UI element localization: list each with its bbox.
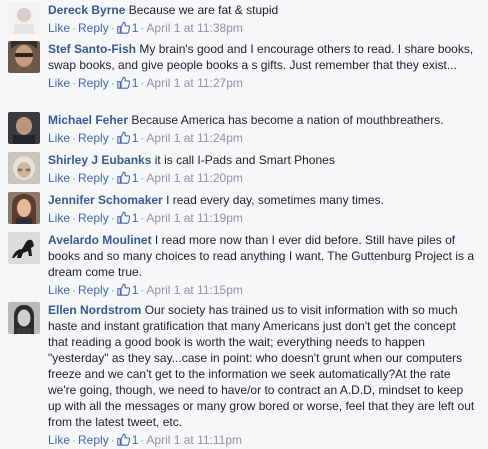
like-count[interactable]: 1 [132, 433, 139, 447]
thumbs-up-icon[interactable] [116, 171, 130, 187]
separator: · [110, 433, 115, 447]
timestamp[interactable]: April 1 at 11:20pm [146, 171, 243, 185]
separator: · [110, 283, 115, 297]
comment-text: Ellen Nordstrom Our society has trained … [48, 302, 476, 430]
author-name[interactable]: Shirley J Eubanks [48, 153, 151, 167]
comment-text: Shirley J Eubanks it is call I-Pads and … [48, 152, 476, 168]
avatar[interactable] [8, 232, 40, 264]
reply-button[interactable]: Reply [78, 171, 109, 185]
avatar[interactable] [8, 2, 40, 34]
avatar[interactable] [8, 302, 40, 334]
separator: · [140, 76, 145, 90]
author-name[interactable]: Michael Feher [48, 113, 128, 127]
comment-actions: Like · Reply · 1 · April 1 at 11:38pm [48, 21, 476, 37]
comment-message: Because we are fat & stupid [128, 3, 279, 17]
thumbs-up-icon[interactable] [116, 283, 130, 299]
comment-actions: Like · Reply · 1 · April 1 at 11:20pm [48, 171, 476, 187]
separator: · [110, 21, 115, 35]
author-name[interactable]: Jennifer Schomaker [48, 193, 163, 207]
reply-button[interactable]: Reply [78, 21, 109, 35]
separator: · [110, 76, 115, 90]
separator: · [140, 21, 145, 35]
avatar[interactable] [8, 41, 40, 73]
like-count[interactable]: 1 [132, 171, 139, 185]
thumbs-up-icon[interactable] [116, 211, 130, 227]
avatar[interactable] [8, 152, 40, 184]
separator: · [72, 171, 77, 185]
timestamp[interactable]: April 1 at 11:15pm [146, 283, 243, 297]
comment-actions: Like · Reply · 1 · April 1 at 11:15pm [48, 283, 476, 299]
like-button[interactable]: Like [48, 211, 70, 225]
reply-button[interactable]: Reply [78, 131, 109, 145]
like-button[interactable]: Like [48, 283, 70, 297]
thumbs-up-icon[interactable] [116, 21, 130, 37]
author-name[interactable]: Stef Santo-Fish [48, 42, 136, 56]
timestamp[interactable]: April 1 at 11:11pm [146, 433, 242, 447]
separator: · [110, 171, 115, 185]
comment-actions: Like · Reply · 1 · April 1 at 11:19pm [48, 211, 476, 227]
author-name[interactable]: Dereck Byrne [48, 3, 125, 17]
comment-list: Dereck Byrne Because we are fat & stupid… [0, 0, 488, 447]
separator: · [72, 131, 77, 145]
reply-button[interactable]: Reply [78, 433, 109, 447]
timestamp[interactable]: April 1 at 11:24pm [146, 131, 243, 145]
separator: · [140, 283, 145, 297]
separator: · [72, 283, 77, 297]
like-count[interactable]: 1 [132, 211, 139, 225]
comment-text: Michael Feher Because America has become… [48, 112, 476, 128]
avatar[interactable] [8, 192, 40, 224]
like-count[interactable]: 1 [132, 21, 139, 35]
separator: · [72, 211, 77, 225]
author-name[interactable]: Avelardo Moulinet [48, 233, 152, 247]
like-button[interactable]: Like [48, 171, 70, 185]
reply-button[interactable]: Reply [78, 76, 109, 90]
like-count[interactable]: 1 [132, 76, 139, 90]
avatar[interactable] [8, 112, 40, 144]
timestamp[interactable]: April 1 at 11:27pm [146, 76, 243, 90]
separator: · [72, 21, 77, 35]
separator: · [72, 76, 77, 90]
like-button[interactable]: Like [48, 131, 70, 145]
comment-actions: Like · Reply · 1 · April 1 at 11:11pm [48, 433, 476, 449]
timestamp[interactable]: April 1 at 11:38pm [146, 21, 243, 35]
like-button[interactable]: Like [48, 21, 70, 35]
author-name[interactable]: Ellen Nordstrom [48, 303, 141, 317]
like-count[interactable]: 1 [132, 131, 139, 145]
separator: · [140, 433, 145, 447]
comment-text: Stef Santo-Fish My brain's good and I en… [48, 41, 476, 73]
thumbs-up-icon[interactable] [116, 433, 130, 449]
timestamp[interactable]: April 1 at 11:19pm [146, 211, 243, 225]
comment-message: it is call I-Pads and Smart Phones [154, 153, 335, 167]
like-button[interactable]: Like [48, 76, 70, 90]
reply-button[interactable]: Reply [78, 211, 109, 225]
comment-text: Avelardo Moulinet I read more now than I… [48, 232, 476, 280]
comment-message: I read every day, sometimes many times. [166, 193, 384, 207]
thumbs-up-icon[interactable] [116, 76, 130, 92]
separator: · [110, 131, 115, 145]
comment-message: Our society has trained us to visit info… [48, 303, 475, 429]
reply-button[interactable]: Reply [78, 283, 109, 297]
separator: · [140, 171, 145, 185]
comment-text: Dereck Byrne Because we are fat & stupid [48, 2, 476, 18]
separator: · [72, 433, 77, 447]
like-button[interactable]: Like [48, 433, 70, 447]
comment-actions: Like · Reply · 1 · April 1 at 11:24pm [48, 131, 476, 147]
thumbs-up-icon[interactable] [116, 131, 130, 147]
comment-actions: Like · Reply · 1 · April 1 at 11:27pm [48, 76, 476, 92]
comment-message: Because America has become a nation of m… [131, 113, 444, 127]
separator: · [140, 131, 145, 145]
comment-text: Jennifer Schomaker I read every day, som… [48, 192, 476, 208]
like-count[interactable]: 1 [132, 283, 139, 297]
separator: · [110, 211, 115, 225]
separator: · [140, 211, 145, 225]
